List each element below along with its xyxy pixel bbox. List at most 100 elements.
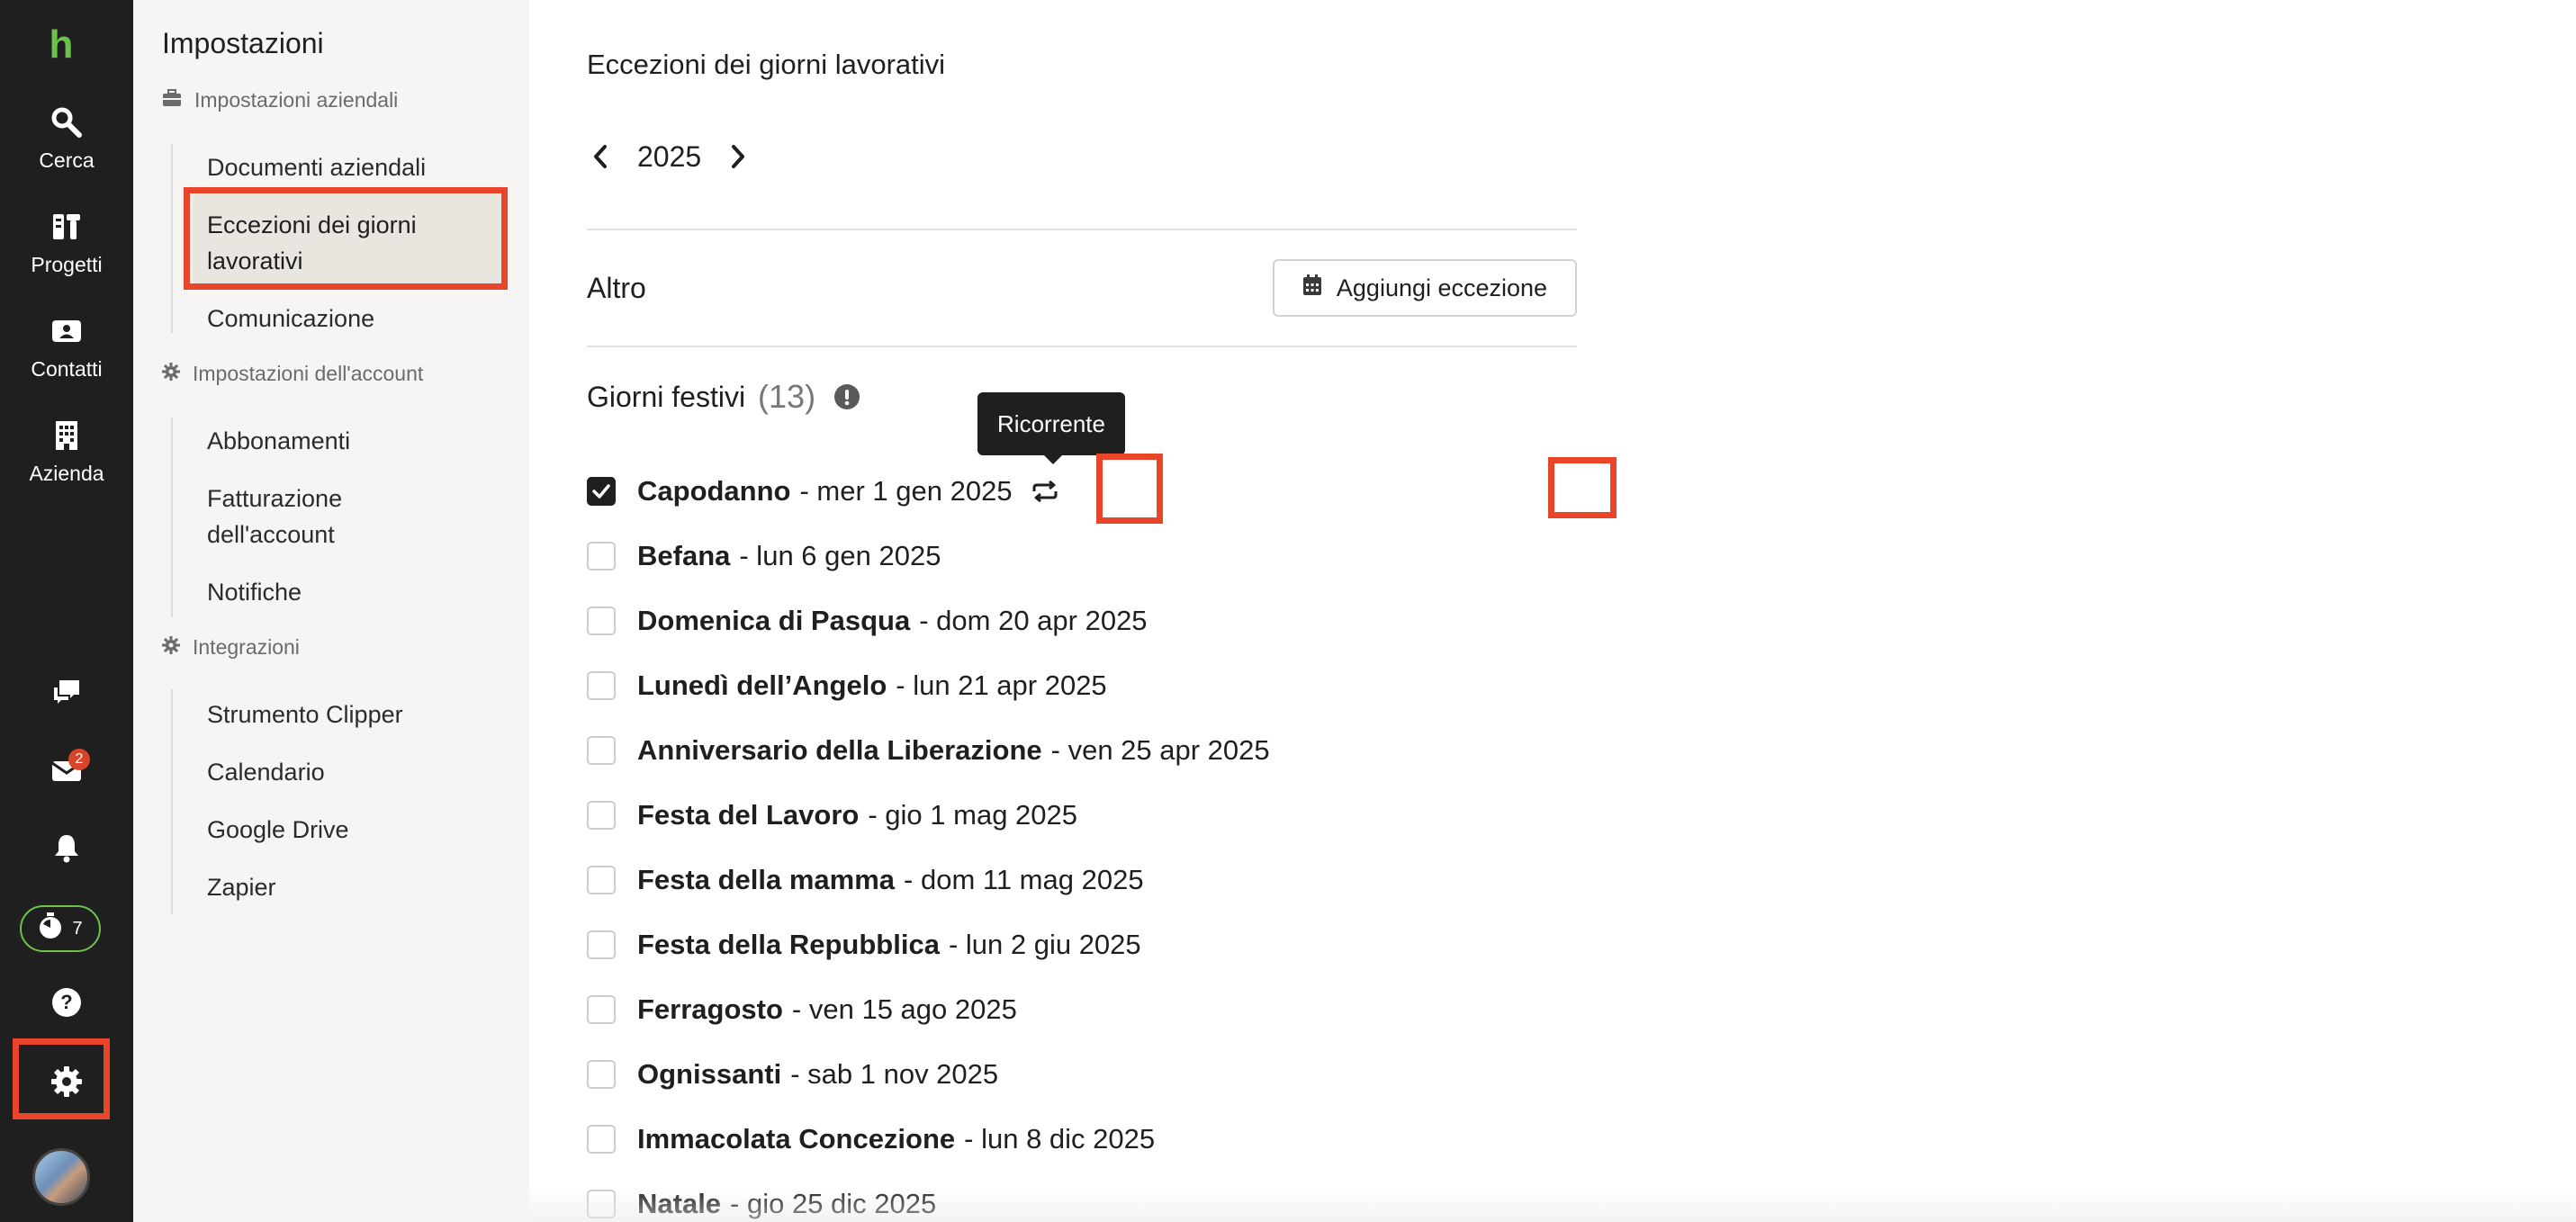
holidays-header: Giorni festivi (13): [587, 378, 860, 416]
divider: [587, 346, 1577, 347]
holiday-date: - dom 20 apr 2025: [919, 605, 1148, 636]
rail-label: Progetti: [31, 252, 103, 276]
info-icon[interactable]: [833, 383, 860, 410]
holiday-date: - dom 11 mag 2025: [904, 864, 1144, 895]
add-exception-button[interactable]: Aggiungi eccezione: [1273, 259, 1577, 317]
sidebar-item-calendar[interactable]: Calendario: [207, 754, 325, 790]
timer-count: 7: [72, 918, 83, 939]
prev-year-button[interactable]: [587, 135, 614, 178]
holiday-checkbox[interactable]: [587, 1060, 616, 1089]
holiday-row: Festa della mamma - dom 11 mag 2025: [587, 860, 1144, 900]
holidays-title: Giorni festivi: [587, 380, 746, 413]
holiday-date: - lun 6 gen 2025: [739, 540, 941, 571]
holiday-checkbox[interactable]: [587, 607, 616, 635]
holiday-date: - ven 15 ago 2025: [791, 993, 1017, 1025]
chat-icon: [50, 677, 83, 714]
holiday-row: Anniversario della Liberazione - ven 25 …: [587, 731, 1270, 770]
holiday-date: - gio 1 mag 2025: [868, 799, 1078, 831]
sidebar-item-company-documents[interactable]: Documenti aziendali: [207, 149, 426, 185]
holiday-date: - lun 21 apr 2025: [896, 669, 1107, 701]
recurring-tooltip: Ricorrente: [977, 392, 1125, 464]
section-altro-title: Altro: [587, 272, 646, 304]
sidebar-item-workday-exceptions[interactable]: Eccezioni dei giorni lavorativi: [193, 194, 502, 284]
gear-icon: [162, 635, 180, 660]
sidebar-section-company: Impostazioni aziendali: [162, 88, 398, 112]
next-year-button[interactable]: [725, 135, 752, 178]
rail-item-company[interactable]: Azienda: [0, 409, 133, 495]
holiday-checkbox[interactable]: [587, 477, 616, 506]
current-year: 2025: [637, 139, 702, 173]
holiday-row: Ognissanti - sab 1 nov 2025: [587, 1055, 998, 1094]
sidebar-item-zapier[interactable]: Zapier: [207, 869, 276, 905]
sidebar-item-communication[interactable]: Comunicazione: [207, 301, 374, 337]
sidebar-item-notifications[interactable]: Notifiche: [207, 574, 302, 610]
holiday-row: Befana - lun 6 gen 2025: [587, 536, 941, 576]
holiday-row: Natale - gio 25 dic 2025: [587, 1184, 936, 1222]
add-exception-label: Aggiungi eccezione: [1336, 274, 1548, 301]
sidebar-section-line: [171, 418, 173, 617]
holiday-checkbox[interactable]: [587, 542, 616, 571]
sidebar-section-title: Impostazioni aziendali: [194, 88, 399, 112]
rail-item-contacts[interactable]: Contatti: [0, 304, 133, 391]
sidebar-item-account-billing[interactable]: Fatturazione dell'account: [207, 481, 405, 553]
holiday-checkbox[interactable]: [587, 671, 616, 700]
briefcase-icon: [162, 88, 182, 112]
timer-button[interactable]: 7: [20, 905, 101, 952]
sidebar-section-title: Impostazioni dell'account: [193, 362, 424, 385]
sidebar-section-account: Impostazioni dell'account: [162, 362, 423, 386]
sidebar-section-title: Integrazioni: [193, 635, 300, 659]
holiday-row: Domenica di Pasqua - dom 20 apr 2025: [587, 601, 1148, 641]
holiday-date: - lun 2 giu 2025: [948, 929, 1141, 960]
holiday-checkbox[interactable]: [587, 1125, 616, 1154]
chat-button[interactable]: [40, 668, 94, 722]
holiday-checkbox[interactable]: [587, 930, 616, 959]
page-title: Eccezioni dei giorni lavorativi: [587, 49, 946, 80]
holiday-row: Capodanno - mer 1 gen 2025: [587, 472, 1063, 511]
rail-item-search[interactable]: Cerca: [0, 95, 133, 182]
stopwatch-icon: [38, 912, 63, 945]
settings-button[interactable]: [40, 1056, 94, 1110]
help-button[interactable]: ?: [40, 977, 94, 1031]
gear-icon: [162, 362, 180, 386]
chevron-left-icon: [594, 145, 607, 168]
bell-icon: [50, 831, 83, 868]
holiday-row: Ferragosto - ven 15 ago 2025: [587, 990, 1017, 1029]
avatar[interactable]: [32, 1148, 90, 1206]
sidebar-item-google-drive[interactable]: Google Drive: [207, 812, 349, 848]
app-logo[interactable]: h: [45, 25, 77, 65]
recurring-icon[interactable]: [1027, 473, 1063, 509]
holiday-name: Festa della Repubblica: [637, 929, 940, 960]
holiday-checkbox[interactable]: [587, 801, 616, 830]
holiday-name: Lunedì dell’Angelo: [637, 669, 887, 701]
holiday-date: - gio 25 dic 2025: [730, 1188, 937, 1219]
holiday-checkbox[interactable]: [587, 1190, 616, 1218]
notifications-button[interactable]: [40, 822, 94, 876]
holiday-row: Lunedì dell’Angelo - lun 21 apr 2025: [587, 666, 1107, 705]
holiday-row: Festa del Lavoro - gio 1 mag 2025: [587, 795, 1077, 835]
search-icon: [50, 105, 84, 139]
main-content: Eccezioni dei giorni lavorativi 2025 Alt…: [529, 0, 2576, 1222]
holiday-row: Festa della Repubblica - lun 2 giu 2025: [587, 925, 1141, 965]
rail-item-projects[interactable]: Progetti: [0, 200, 133, 286]
sidebar-section-line: [171, 144, 173, 333]
app-rail: h Cerca Progetti Contatti Azienda 2 7 ?: [0, 0, 133, 1222]
holiday-name: Festa della mamma: [637, 864, 896, 895]
calendar-icon: [1302, 274, 1322, 302]
inbox-button[interactable]: 2: [40, 745, 94, 799]
sidebar-item-label: lavorativi: [207, 247, 303, 274]
holiday-name: Capodanno: [637, 475, 791, 507]
holiday-checkbox[interactable]: [587, 736, 616, 765]
rail-label: Contatti: [31, 356, 103, 381]
chevron-right-icon: [732, 145, 745, 168]
gear-icon: [50, 1065, 84, 1103]
help-icon: ?: [50, 986, 83, 1023]
holiday-checkbox[interactable]: [587, 995, 616, 1024]
holiday-date: - sab 1 nov 2025: [790, 1058, 999, 1090]
projects-icon: [50, 210, 84, 244]
holiday-checkbox[interactable]: [587, 866, 616, 894]
sidebar-item-label: Eccezioni dei giorni: [207, 211, 417, 238]
sidebar-item-clipper[interactable]: Strumento Clipper: [207, 696, 403, 732]
building-icon: [50, 418, 84, 453]
sidebar-item-subscriptions[interactable]: Abbonamenti: [207, 423, 350, 459]
holiday-date: - lun 8 dic 2025: [964, 1123, 1156, 1155]
